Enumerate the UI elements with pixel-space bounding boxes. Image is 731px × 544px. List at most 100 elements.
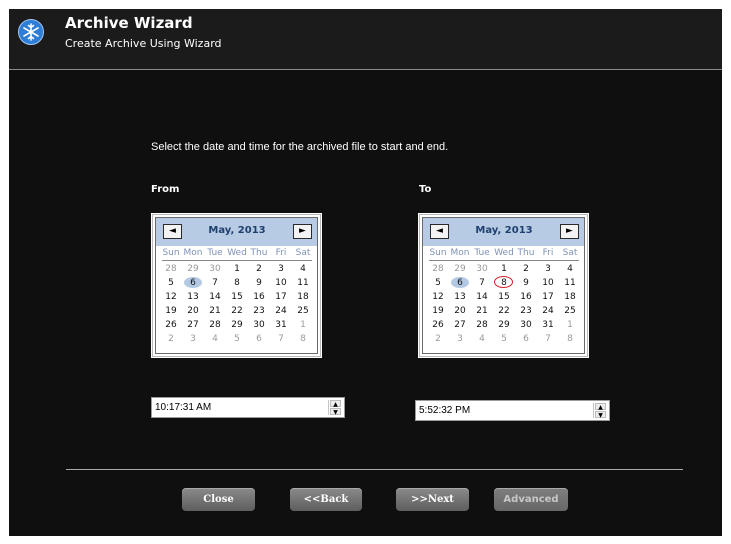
calendar-day[interactable]: 7 xyxy=(204,276,226,290)
calendar-day[interactable]: 2 xyxy=(160,332,182,346)
calendar-day[interactable]: 15 xyxy=(493,290,515,304)
calendar-day[interactable]: 22 xyxy=(226,304,248,318)
close-button[interactable]: Close xyxy=(182,488,255,511)
calendar-day[interactable]: 2 xyxy=(248,262,270,276)
calendar-day[interactable]: 30 xyxy=(515,318,537,332)
to-next-month-button[interactable]: ► xyxy=(560,224,579,239)
calendar-day[interactable]: 15 xyxy=(226,290,248,304)
calendar-day[interactable]: 11 xyxy=(559,276,581,290)
calendar-day[interactable]: 30 xyxy=(471,262,493,276)
calendar-day[interactable]: 23 xyxy=(515,304,537,318)
from-next-month-button[interactable]: ► xyxy=(293,224,312,239)
advanced-button[interactable]: Advanced xyxy=(494,488,568,511)
calendar-day[interactable]: 26 xyxy=(160,318,182,332)
calendar-day[interactable]: 19 xyxy=(160,304,182,318)
calendar-day[interactable]: 25 xyxy=(292,304,314,318)
to-prev-month-button[interactable]: ◄ xyxy=(430,224,449,239)
calendar-day[interactable]: 24 xyxy=(270,304,292,318)
calendar-day[interactable]: 23 xyxy=(248,304,270,318)
calendar-day[interactable]: 22 xyxy=(493,304,515,318)
calendar-day[interactable]: 4 xyxy=(204,332,226,346)
calendar-day[interactable]: 3 xyxy=(449,332,471,346)
spin-up-icon[interactable]: ▲ xyxy=(330,400,341,408)
calendar-day[interactable]: 17 xyxy=(537,290,559,304)
calendar-day[interactable]: 1 xyxy=(226,262,248,276)
calendar-day[interactable]: 20 xyxy=(182,304,204,318)
calendar-day[interactable]: 29 xyxy=(182,262,204,276)
from-time-spinner[interactable]: ▲ ▼ xyxy=(328,400,342,416)
calendar-day[interactable]: 14 xyxy=(471,290,493,304)
spin-down-icon[interactable]: ▼ xyxy=(330,408,341,416)
spin-up-icon[interactable]: ▲ xyxy=(595,403,606,411)
calendar-day[interactable]: 25 xyxy=(559,304,581,318)
calendar-day[interactable]: 8 xyxy=(559,332,581,346)
calendar-day[interactable]: 13 xyxy=(449,290,471,304)
calendar-day[interactable]: 7 xyxy=(537,332,559,346)
calendar-day[interactable]: 4 xyxy=(559,262,581,276)
calendar-day[interactable]: 21 xyxy=(204,304,226,318)
calendar-day[interactable]: 6 xyxy=(449,276,471,290)
calendar-day[interactable]: 8 xyxy=(226,276,248,290)
calendar-day[interactable]: 31 xyxy=(270,318,292,332)
calendar-day[interactable]: 4 xyxy=(292,262,314,276)
from-time-input[interactable]: 10:17:31 AM ▲ ▼ xyxy=(151,397,345,418)
calendar-day[interactable]: 1 xyxy=(292,318,314,332)
calendar-day[interactable]: 14 xyxy=(204,290,226,304)
calendar-day[interactable]: 5 xyxy=(226,332,248,346)
calendar-day[interactable]: 3 xyxy=(270,262,292,276)
next-button[interactable]: >>Next xyxy=(396,488,469,511)
calendar-day[interactable]: 2 xyxy=(515,262,537,276)
calendar-day[interactable]: 29 xyxy=(226,318,248,332)
calendar-day[interactable]: 24 xyxy=(537,304,559,318)
calendar-day[interactable]: 13 xyxy=(182,290,204,304)
calendar-day[interactable]: 28 xyxy=(160,262,182,276)
to-time-spinner[interactable]: ▲ ▼ xyxy=(593,403,607,419)
calendar-day[interactable]: 21 xyxy=(471,304,493,318)
from-prev-month-button[interactable]: ◄ xyxy=(163,224,182,239)
calendar-day[interactable]: 8 xyxy=(292,332,314,346)
calendar-day[interactable]: 27 xyxy=(182,318,204,332)
calendar-day[interactable]: 10 xyxy=(537,276,559,290)
calendar-day[interactable]: 29 xyxy=(493,318,515,332)
calendar-day[interactable]: 30 xyxy=(204,262,226,276)
calendar-day[interactable]: 28 xyxy=(427,262,449,276)
calendar-day[interactable]: 12 xyxy=(427,290,449,304)
calendar-day[interactable]: 26 xyxy=(427,318,449,332)
calendar-day[interactable]: 5 xyxy=(427,276,449,290)
calendar-day[interactable]: 18 xyxy=(559,290,581,304)
calendar-day[interactable]: 11 xyxy=(292,276,314,290)
calendar-day[interactable]: 7 xyxy=(270,332,292,346)
calendar-day[interactable]: 3 xyxy=(537,262,559,276)
calendar-day[interactable]: 7 xyxy=(471,276,493,290)
calendar-day[interactable]: 5 xyxy=(493,332,515,346)
calendar-day[interactable]: 18 xyxy=(292,290,314,304)
calendar-day[interactable]: 9 xyxy=(248,276,270,290)
calendar-day[interactable]: 10 xyxy=(270,276,292,290)
calendar-day[interactable]: 17 xyxy=(270,290,292,304)
calendar-day[interactable]: 9 xyxy=(515,276,537,290)
calendar-day[interactable]: 8 xyxy=(493,276,515,290)
calendar-day[interactable]: 12 xyxy=(160,290,182,304)
calendar-day[interactable]: 5 xyxy=(160,276,182,290)
calendar-day[interactable]: 6 xyxy=(182,276,204,290)
calendar-day[interactable]: 3 xyxy=(182,332,204,346)
spin-down-icon[interactable]: ▼ xyxy=(595,411,606,419)
calendar-day[interactable]: 2 xyxy=(427,332,449,346)
calendar-day[interactable]: 20 xyxy=(449,304,471,318)
calendar-day[interactable]: 28 xyxy=(471,318,493,332)
to-time-input[interactable]: 5:52:32 PM ▲ ▼ xyxy=(415,400,610,421)
calendar-day[interactable]: 29 xyxy=(449,262,471,276)
calendar-day[interactable]: 6 xyxy=(515,332,537,346)
calendar-day[interactable]: 16 xyxy=(515,290,537,304)
calendar-day[interactable]: 4 xyxy=(471,332,493,346)
calendar-day[interactable]: 28 xyxy=(204,318,226,332)
calendar-day[interactable]: 19 xyxy=(427,304,449,318)
calendar-day[interactable]: 30 xyxy=(248,318,270,332)
calendar-day[interactable]: 1 xyxy=(493,262,515,276)
calendar-day[interactable]: 1 xyxy=(559,318,581,332)
calendar-day[interactable]: 27 xyxy=(449,318,471,332)
calendar-day[interactable]: 6 xyxy=(248,332,270,346)
back-button[interactable]: <<Back xyxy=(290,488,362,511)
calendar-day[interactable]: 31 xyxy=(537,318,559,332)
calendar-day[interactable]: 16 xyxy=(248,290,270,304)
